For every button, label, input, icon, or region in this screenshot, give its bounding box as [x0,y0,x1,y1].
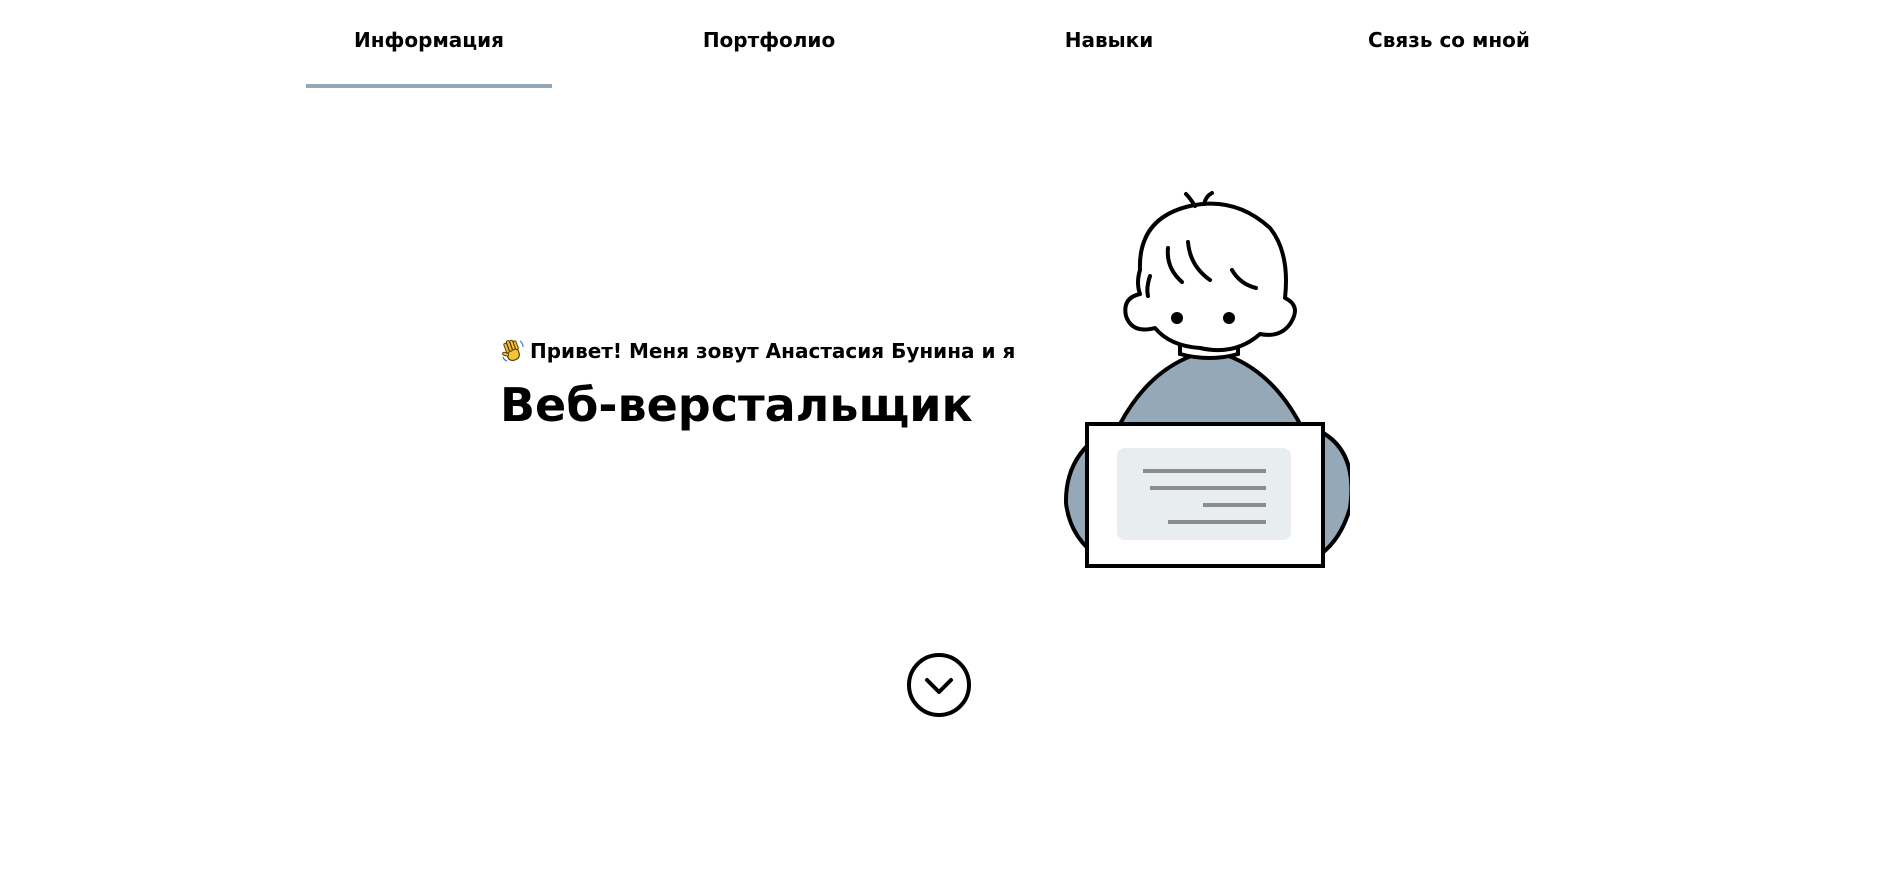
tab-label: Информация [354,28,504,52]
page: Информация Портфолио Навыки Связь со мно… [0,0,1877,877]
tab-label: Портфолио [702,28,836,52]
tab-label: Навыки [1064,28,1154,52]
scroll-down-button[interactable] [906,652,972,718]
tab-contact[interactable]: Связь со мной [1326,0,1572,90]
greeting-text: Привет! Меня зовут Анастасия Бунина и я [530,339,1016,363]
laptop-screen [1117,448,1291,540]
tab-label: Связь со мной [1368,28,1530,52]
tab-skills[interactable]: Навыки [986,0,1232,90]
waving-hand-icon [502,339,524,362]
greeting: Привет! Меня зовут Анастасия Бунина и я [500,338,1060,364]
main-nav: Информация Портфолио Навыки Связь со мно… [306,0,1566,90]
left-eye [1171,312,1183,324]
chevron-down-circle-icon [907,653,971,717]
right-eye [1223,312,1235,324]
page-title: Веб-верстальщик [500,378,973,432]
tab-portfolio[interactable]: Портфолио [646,0,892,90]
hero-text: Привет! Меня зовут Анастасия Бунина и я … [500,338,1060,432]
person-holding-laptop-illustration [1063,191,1350,568]
tab-information[interactable]: Информация [306,0,552,90]
